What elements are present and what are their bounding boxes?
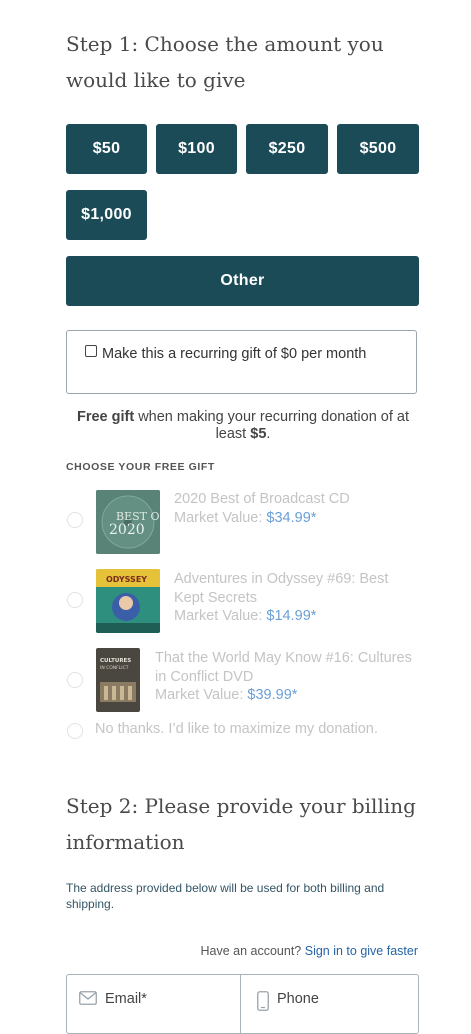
cover-text-odyssey: ODYSSEY bbox=[106, 575, 147, 584]
gift-title-3: That the World May Know #16: Cultures in… bbox=[155, 650, 412, 685]
gift-price-2: $14.99* bbox=[266, 608, 317, 624]
billing-note: The address provided below will be used … bbox=[66, 881, 385, 911]
phone-placeholder: Phone bbox=[277, 991, 319, 1007]
phone-icon bbox=[257, 991, 269, 1015]
gift-radio-1[interactable] bbox=[67, 512, 83, 528]
free-gift-text: when making your recurring donation of a… bbox=[134, 409, 410, 442]
sign-in-link[interactable]: Sign in to give faster bbox=[305, 944, 418, 958]
gift-title-2: Adventures in Odyssey #69: Best Kept Sec… bbox=[174, 571, 389, 606]
contact-fields: Email* Phone bbox=[66, 974, 419, 1034]
cover-text-cultures: CULTURES bbox=[100, 658, 131, 664]
amount-button-50[interactable]: $50 bbox=[66, 124, 147, 174]
gift-info-2[interactable]: Adventures in Odyssey #69: Best Kept Sec… bbox=[174, 570, 419, 626]
free-gift-bold: Free gift bbox=[76, 409, 135, 425]
cultures-in-conflict-dvd-cover: CULTURES IN CONFLICT bbox=[96, 648, 140, 712]
gift-info-1[interactable]: 2020 Best of Broadcast CD Market Value: … bbox=[174, 490, 414, 527]
cover-text-in-conflict: IN CONFLICT bbox=[100, 665, 129, 671]
recurring-checkbox[interactable] bbox=[85, 345, 97, 357]
account-prompt: Have an account? Sign in to give faster bbox=[200, 944, 418, 958]
step2-title: Step 2: Please provide your billing info… bbox=[66, 794, 416, 854]
email-field[interactable]: Email* bbox=[67, 975, 240, 1033]
cover-text-2020: 2020 bbox=[109, 522, 145, 538]
recurring-gift-option[interactable]: Make this a recurring gift of $0 per mon… bbox=[66, 330, 417, 394]
gift-radio-2[interactable] bbox=[67, 592, 83, 608]
free-gift-note: Free gift when making your recurring don… bbox=[66, 409, 420, 443]
free-gift-minimum: $5 bbox=[250, 426, 267, 442]
amount-button-250[interactable]: $250 bbox=[246, 124, 328, 174]
envelope-icon bbox=[79, 991, 97, 1009]
gift-radio-3[interactable] bbox=[67, 672, 83, 688]
gift-market-label-1: Market Value: bbox=[174, 509, 267, 526]
account-prompt-text: Have an account? bbox=[200, 944, 305, 958]
phone-field[interactable]: Phone bbox=[240, 975, 418, 1033]
gift-info-3[interactable]: That the World May Know #16: Cultures in… bbox=[155, 649, 415, 705]
best-of-2020-cd-cover: BEST OF 2020 bbox=[96, 490, 160, 554]
no-thanks-radio[interactable] bbox=[67, 723, 83, 739]
gift-price-3: $39.99* bbox=[247, 687, 298, 703]
gift-title-1: 2020 Best of Broadcast CD bbox=[174, 491, 350, 507]
email-placeholder: Email* bbox=[105, 991, 147, 1007]
odyssey-album-cover: ODYSSEY bbox=[96, 569, 160, 633]
step1-title: Step 1: Choose the amount you would like… bbox=[66, 32, 384, 92]
gift-market-label-3: Market Value: bbox=[155, 687, 248, 703]
free-gift-period: . bbox=[266, 426, 271, 442]
recurring-gift-label: Make this a recurring gift of $0 per mon… bbox=[102, 346, 367, 362]
gift-market-label-2: Market Value: bbox=[174, 608, 267, 624]
other-amount-button[interactable]: Other bbox=[66, 256, 419, 306]
amount-button-100[interactable]: $100 bbox=[156, 124, 237, 174]
no-thanks-label[interactable]: No thanks. I’d like to maximize my donat… bbox=[95, 720, 425, 739]
gift-price-1: $34.99* bbox=[266, 509, 317, 526]
amount-button-1000[interactable]: $1,000 bbox=[66, 190, 147, 240]
amount-button-500[interactable]: $500 bbox=[337, 124, 419, 174]
choose-free-gift-heading: CHOOSE YOUR FREE GIFT bbox=[66, 461, 215, 473]
